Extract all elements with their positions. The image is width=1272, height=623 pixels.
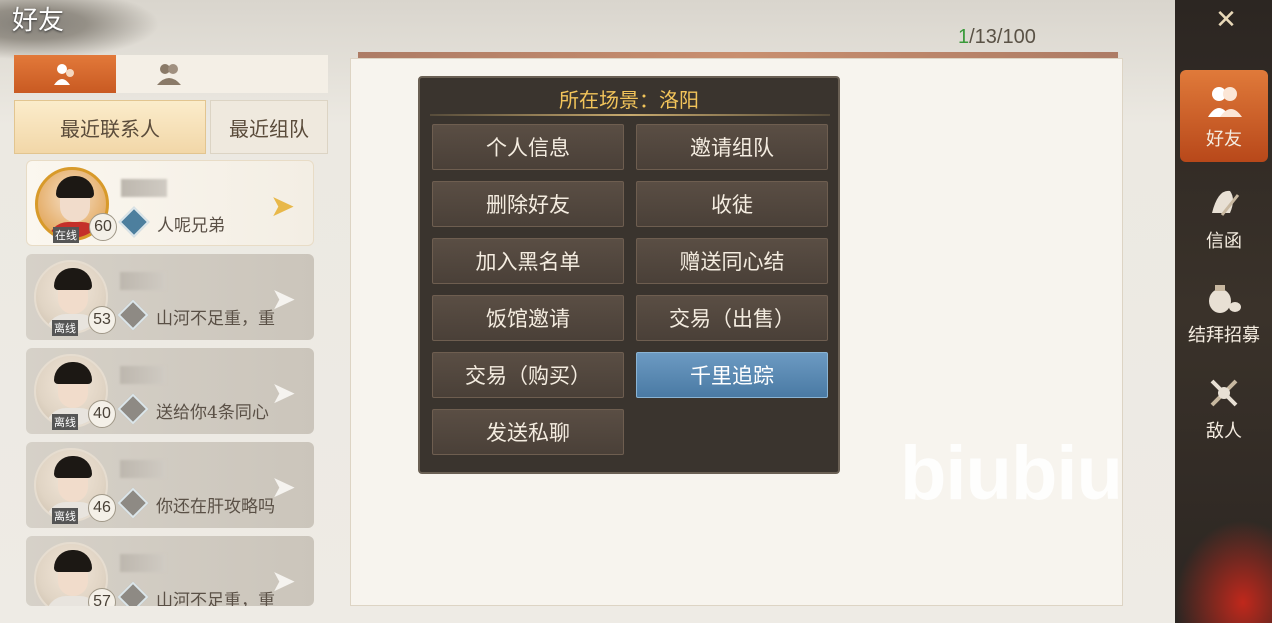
menu-title: 所在场景：洛阳 bbox=[559, 88, 699, 112]
trade-sell-button[interactable]: 交易（出售） bbox=[636, 295, 828, 341]
friend-icon bbox=[54, 64, 74, 85]
offline-status: 离线 bbox=[52, 414, 78, 430]
chevron-right-icon[interactable]: ➤ bbox=[271, 470, 296, 505]
friends-icon bbox=[1208, 87, 1242, 117]
blurred-name bbox=[120, 460, 166, 478]
nav-label: 好友 bbox=[1206, 129, 1242, 150]
offline-status: 离线 bbox=[52, 508, 78, 524]
level-badge: 53 bbox=[88, 306, 116, 334]
message-icon bbox=[117, 299, 149, 331]
blurred-name bbox=[120, 554, 166, 572]
nav-sworn-recruit[interactable]: 结拜招募 bbox=[1180, 266, 1268, 358]
sub-tab-bar: 最近联系人 最近组队 bbox=[14, 100, 328, 154]
tab-friends[interactable] bbox=[14, 55, 116, 93]
contact-item[interactable]: 在线 60 人呢兄弟 ➤ bbox=[26, 160, 314, 246]
nav-enemies[interactable]: 敌人 bbox=[1180, 362, 1268, 454]
chevron-right-icon[interactable]: ➤ bbox=[271, 376, 296, 411]
blurred-name bbox=[120, 366, 166, 384]
decoration bbox=[1175, 520, 1272, 623]
friend-counter: 1/13/100 bbox=[958, 26, 1036, 49]
nav-friends[interactable]: 好友 bbox=[1180, 70, 1268, 162]
blacklist-button[interactable]: 加入黑名单 bbox=[432, 238, 624, 284]
profile-button[interactable]: 个人信息 bbox=[432, 124, 624, 170]
online-status: 在线 bbox=[53, 227, 79, 243]
message-icon bbox=[117, 393, 149, 425]
last-message: 你还在肝攻略吗 bbox=[156, 497, 275, 517]
counter-rest: /13/100 bbox=[969, 26, 1036, 48]
blurred-name bbox=[121, 179, 167, 197]
contact-item[interactable]: 离线 40 送给你4条同心 ➤ bbox=[26, 348, 314, 434]
message-icon bbox=[117, 581, 149, 606]
group-icon bbox=[157, 64, 181, 85]
restaurant-invite-button[interactable]: 饭馆邀请 bbox=[432, 295, 624, 341]
track-button[interactable]: 千里追踪 bbox=[636, 352, 828, 398]
level-badge: 60 bbox=[89, 213, 117, 241]
level-badge: 46 bbox=[88, 494, 116, 522]
last-message: 山河不足重，重 bbox=[156, 591, 275, 606]
tab-recent-contacts[interactable]: 最近联系人 bbox=[14, 100, 206, 154]
letter-icon bbox=[1212, 190, 1240, 216]
chevron-right-icon[interactable]: ➤ bbox=[271, 564, 296, 599]
last-message: 人呢兄弟 bbox=[157, 216, 225, 236]
close-icon[interactable]: ✕ bbox=[1206, 2, 1246, 38]
offline-status: 离线 bbox=[52, 320, 78, 336]
level-badge: 40 bbox=[88, 400, 116, 428]
crossed-swords-icon bbox=[1210, 379, 1238, 407]
menu-divider bbox=[430, 114, 830, 116]
last-message: 送给你4条同心 bbox=[156, 403, 269, 423]
page-title: 好友 bbox=[12, 6, 65, 36]
contact-item[interactable]: 离线 53 山河不足重，重 ➤ bbox=[26, 254, 314, 340]
delete-friend-button[interactable]: 删除好友 bbox=[432, 181, 624, 227]
nav-label: 敌人 bbox=[1206, 421, 1242, 442]
friend-action-menu: 所在场景：洛阳 个人信息 邀请组队 删除好友 收徒 加入黑名单 赠送同心结 饭馆… bbox=[418, 76, 840, 474]
nav-label: 结拜招募 bbox=[1188, 325, 1260, 346]
message-icon bbox=[118, 206, 150, 238]
private-chat-button[interactable]: 发送私聊 bbox=[432, 409, 624, 455]
tab-groups[interactable] bbox=[116, 55, 328, 93]
counter-current: 1 bbox=[958, 26, 970, 48]
chevron-right-icon[interactable]: ➤ bbox=[270, 189, 295, 224]
contact-item[interactable]: 离线 46 你还在肝攻略吗 ➤ bbox=[26, 442, 314, 528]
message-icon bbox=[117, 487, 149, 519]
blurred-name bbox=[120, 272, 166, 290]
left-tab-bar bbox=[14, 55, 328, 93]
trade-buy-button[interactable]: 交易（购买） bbox=[432, 352, 624, 398]
nav-letters[interactable]: 信函 bbox=[1180, 172, 1268, 264]
last-message: 山河不足重，重 bbox=[156, 309, 275, 329]
wine-jar-icon bbox=[1209, 285, 1241, 313]
contact-item[interactable]: 57 山河不足重，重 ➤ bbox=[26, 536, 314, 606]
level-badge: 57 bbox=[88, 588, 116, 606]
take-apprentice-button[interactable]: 收徒 bbox=[636, 181, 828, 227]
nav-label: 信函 bbox=[1206, 231, 1242, 252]
gift-knot-button[interactable]: 赠送同心结 bbox=[636, 238, 828, 284]
watermark: biubiu bbox=[900, 431, 1123, 516]
tab-recent-teams[interactable]: 最近组队 bbox=[210, 100, 328, 154]
invite-team-button[interactable]: 邀请组队 bbox=[636, 124, 828, 170]
chevron-right-icon[interactable]: ➤ bbox=[271, 282, 296, 317]
